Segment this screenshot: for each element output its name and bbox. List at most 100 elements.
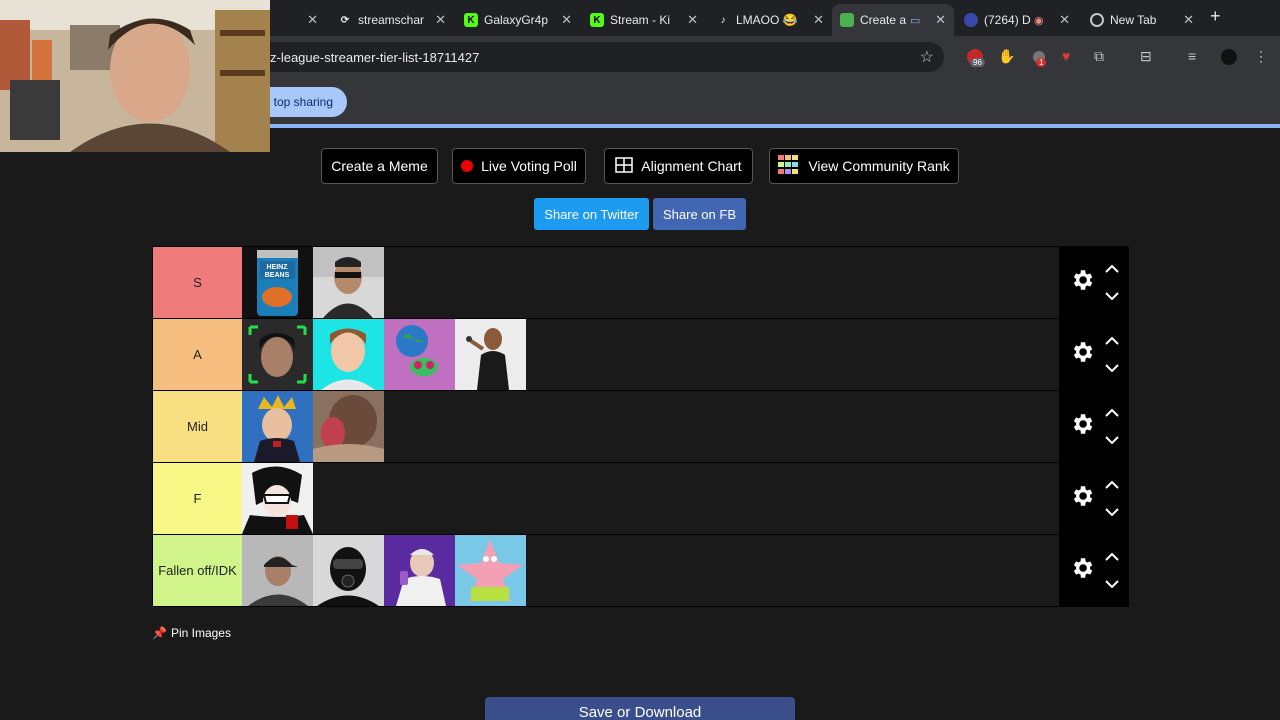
share-fb-button[interactable]: Share on FB <box>653 198 746 230</box>
gear-icon[interactable] <box>1069 267 1095 293</box>
close-icon[interactable]: ✕ <box>687 12 698 28</box>
gear-icon[interactable] <box>1069 483 1095 509</box>
alignment-chart-button[interactable]: Alignment Chart <box>604 148 753 184</box>
browser-tab[interactable]: (7264) D ◉ ✕ <box>956 4 1078 36</box>
browser-tab[interactable]: ⟳ streamschar ✕ <box>330 4 454 36</box>
close-icon[interactable]: ✕ <box>813 12 824 28</box>
browser-tab[interactable]: K GalaxyGr4p ✕ <box>456 4 580 36</box>
tier-controls <box>1059 535 1129 606</box>
chevron-down-icon[interactable] <box>1105 507 1119 517</box>
streamer-crown-image[interactable] <box>242 391 313 462</box>
url-text: z-league-streamer-tier-list-18711427 <box>270 50 480 65</box>
svg-text:BEANS: BEANS <box>265 272 290 279</box>
browser-tab[interactable]: New Tab ✕ <box>1082 4 1202 36</box>
tier-grid-icon <box>778 154 800 178</box>
live-voting-poll-button[interactable]: Live Voting Poll <box>452 148 586 184</box>
browser-tab[interactable]: ♪ LMAOO 😂 ✕ <box>708 4 832 36</box>
recording-icon: ◉ <box>1034 14 1044 27</box>
record-dot-icon <box>461 160 474 172</box>
streamer-mask-image[interactable] <box>313 535 384 606</box>
streamer-dark-hair-image[interactable] <box>242 319 313 390</box>
more-menu-icon[interactable]: ⋮ <box>1254 48 1268 65</box>
chevron-up-icon[interactable] <box>1105 264 1119 274</box>
grid-icon <box>615 156 634 176</box>
tier-row-s: S HEINZ BEANS <box>153 247 1129 319</box>
chevron-up-icon[interactable] <box>1105 480 1119 490</box>
streamer-sunglasses-image[interactable] <box>313 247 384 318</box>
create-meme-button[interactable]: Create a Meme <box>321 148 438 184</box>
new-tab-icon[interactable]: + <box>1210 6 1221 27</box>
tier-row-mid: Mid <box>153 391 1129 463</box>
chevron-down-icon[interactable] <box>1105 363 1119 373</box>
browser-tab-active[interactable]: Create a ▭ ✕ <box>832 4 954 36</box>
bookmark-star-icon[interactable]: ☆ <box>920 47 934 67</box>
tier-list: S HEINZ BEANS A Mid F Fallen off/IDK <box>152 246 1129 607</box>
tab-search-icon[interactable]: ⊟ <box>1140 48 1152 65</box>
browser-tab[interactable]: K Stream - Ki ✕ <box>582 4 706 36</box>
heinz-beans-can-image[interactable]: HEINZ BEANS <box>242 247 313 318</box>
streamscharts-icon: ⟳ <box>340 14 350 26</box>
community-rank-button[interactable]: View Community Rank <box>769 148 959 184</box>
hand-icon[interactable]: ✋ <box>998 48 1015 65</box>
extension-icon[interactable]: 96 <box>966 48 985 69</box>
webcam-overlay <box>0 0 270 152</box>
tier-label[interactable]: Fallen off/IDK <box>153 535 242 606</box>
patrick-star-image[interactable] <box>455 535 526 606</box>
tier-list-page: Create a Meme Live Voting Poll Alignment… <box>4 128 1276 720</box>
chevron-down-icon[interactable] <box>1105 435 1119 445</box>
streamer-purple-image[interactable] <box>384 535 455 606</box>
tier-controls <box>1059 463 1129 534</box>
tiermaker-icon <box>840 13 854 27</box>
chevron-up-icon[interactable] <box>1105 408 1119 418</box>
tier-items <box>242 535 526 606</box>
chevron-down-icon[interactable] <box>1105 291 1119 301</box>
tier-label[interactable]: Mid <box>153 391 242 462</box>
share-twitter-button[interactable]: Share on Twitter <box>534 198 649 230</box>
gear-icon[interactable] <box>1069 555 1095 581</box>
extension-icon[interactable]: 1 <box>1030 48 1048 69</box>
streamer-blurry-image[interactable] <box>313 391 384 462</box>
close-icon[interactable]: ✕ <box>1059 12 1070 28</box>
gear-icon[interactable] <box>1069 339 1095 365</box>
gear-icon[interactable] <box>1069 411 1095 437</box>
anime-character-image[interactable] <box>242 463 313 534</box>
media-control-icon[interactable]: ≡ <box>1188 48 1196 64</box>
svg-text:HEINZ: HEINZ <box>267 264 289 271</box>
kick-icon: K <box>464 13 478 27</box>
tier-label[interactable]: S <box>153 247 242 318</box>
tier-label[interactable]: A <box>153 319 242 390</box>
tiktok-icon: ♪ <box>720 14 726 26</box>
pin-images-toggle[interactable]: 📌 Pin Images <box>152 626 231 640</box>
tier-items: HEINZ BEANS <box>242 247 384 318</box>
screen-share-icon: ▭ <box>910 14 921 27</box>
tier-label[interactable]: F <box>153 463 242 534</box>
cartoon-alien-image[interactable] <box>384 319 455 390</box>
address-bar[interactable]: z-league-streamer-tier-list-18711427 ☆ <box>252 42 944 72</box>
tier-items <box>242 463 313 534</box>
tier-row-a: A <box>153 319 1129 391</box>
streamer-cap-image[interactable] <box>242 535 313 606</box>
chevron-up-icon[interactable] <box>1105 552 1119 562</box>
close-icon[interactable]: ✕ <box>307 12 318 28</box>
tier-items <box>242 319 526 390</box>
avatar[interactable] <box>1220 48 1238 69</box>
tier-controls <box>1059 391 1129 462</box>
close-icon[interactable]: ✕ <box>561 12 572 28</box>
heart-icon[interactable]: ♥ <box>1062 48 1070 64</box>
tier-controls <box>1059 247 1129 318</box>
save-download-button[interactable]: Save or Download <box>485 697 795 720</box>
chevron-up-icon[interactable] <box>1105 336 1119 346</box>
tier-row-fallen-off: Fallen off/IDK <box>153 535 1129 607</box>
tier-controls <box>1059 319 1129 390</box>
close-icon[interactable]: ✕ <box>935 12 946 28</box>
generic-icon <box>964 13 978 27</box>
close-icon[interactable]: ✕ <box>435 12 446 28</box>
chevron-down-icon[interactable] <box>1105 579 1119 589</box>
kick-icon: K <box>590 13 604 27</box>
tier-row-f: F <box>153 463 1129 535</box>
streamer-cyan-bg-image[interactable] <box>313 319 384 390</box>
close-icon[interactable]: ✕ <box>1183 12 1194 28</box>
chrome-icon <box>1090 13 1104 27</box>
puzzle-icon[interactable]: ⧉ <box>1094 48 1104 65</box>
streamer-microphone-image[interactable] <box>455 319 526 390</box>
